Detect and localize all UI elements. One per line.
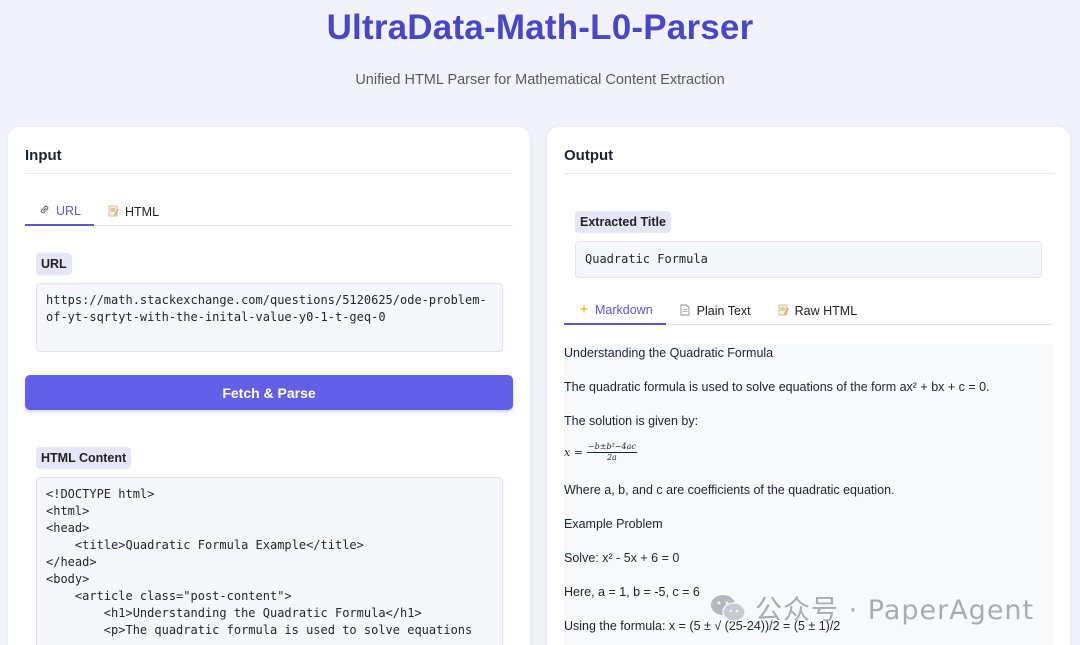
app-subtitle: Unified HTML Parser for Mathematical Con… [355,72,725,88]
extracted-title-field[interactable]: Quadratic Formula [575,241,1042,278]
tab-html[interactable]: HTML [94,198,172,226]
md-paragraph: Where a, b, and c are coefficients of th… [564,483,895,497]
md-paragraph: Here, a = 1, b = -5, c = 6 [564,585,700,599]
quadratic-formula: x = −b±b²−4ac 2a [564,442,637,463]
watermark: 公众号 · PaperAgent [709,588,1034,627]
md-paragraph: The quadratic formula is used to solve e… [564,380,990,394]
memo-icon [777,304,790,319]
tab-markdown-label: Markdown [595,303,653,317]
tab-raw-html-label: Raw HTML [794,304,858,318]
sparkles-icon [577,303,590,318]
input-panel: Input URL HTML URL https://math.stackexc… [8,127,530,645]
tab-url[interactable]: URL [25,198,95,226]
formula-lhs: x = [564,446,583,459]
html-content-label: HTML Content [36,447,132,469]
output-heading: Output [564,147,1053,174]
fetch-parse-button[interactable]: Fetch & Parse [25,375,513,410]
formula-fraction: −b±b²−4ac 2a [586,442,637,463]
wechat-icon [709,593,747,623]
html-content-textarea[interactable]: <!DOCTYPE html> <html> <head> <title>Qua… [36,477,503,645]
md-paragraph: Solve: x² - 5x + 6 = 0 [564,551,680,565]
url-field[interactable]: https://math.stackexchange.com/questions… [36,283,503,352]
tab-plain-text-label: Plain Text [696,304,751,318]
md-heading: Understanding the Quadratic Formula [564,346,774,360]
formula-denominator: 2a [606,453,617,462]
page-icon [679,304,692,319]
input-heading: Input [25,147,513,174]
output-tabs: Markdown Plain Text Raw HTML [564,297,1053,325]
tab-raw-html[interactable]: Raw HTML [764,297,871,325]
watermark-text: 公众号 · PaperAgent [755,595,1035,626]
formula-numerator: −b±b²−4ac [586,442,637,453]
app-title: UltraData-Math-L0-Parser [326,8,754,47]
md-paragraph: The solution is given by: [564,414,699,428]
memo-icon [107,205,120,220]
url-label: URL [36,253,72,275]
tab-markdown[interactable]: Markdown [564,297,666,325]
output-panel: Output Extracted Title Quadratic Formula… [547,127,1070,645]
tab-url-label: URL [56,204,82,218]
link-icon [38,204,51,218]
extracted-title-label: Extracted Title [575,211,671,233]
tab-plain-text[interactable]: Plain Text [666,297,764,325]
tab-html-label: HTML [125,205,160,219]
input-tabs: URL HTML [25,198,513,226]
md-heading: Example Problem [564,517,663,531]
